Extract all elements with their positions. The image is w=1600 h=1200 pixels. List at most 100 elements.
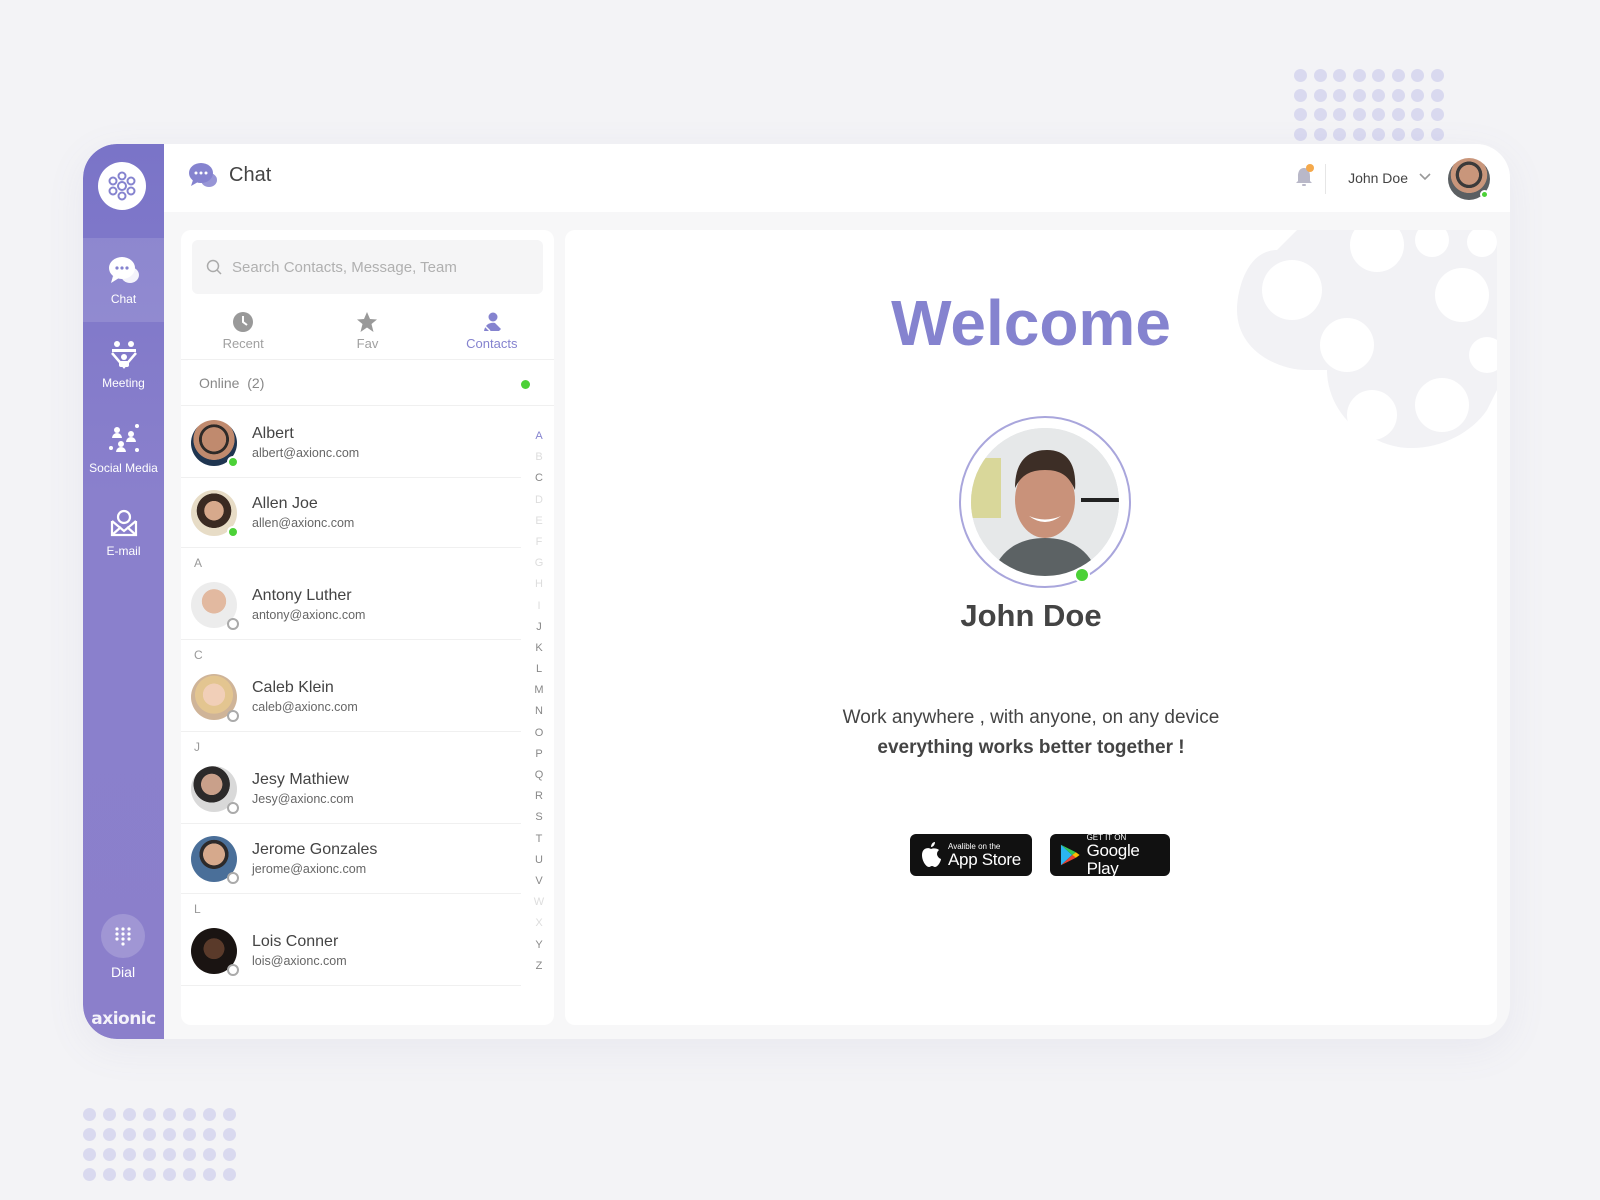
decorative-dot	[1391, 69, 1405, 82]
decorative-dot	[1333, 69, 1346, 82]
alphabet-letter[interactable]: C	[535, 468, 543, 489]
brand-logo: axionic	[91, 1009, 156, 1029]
decorative-dot	[123, 1148, 136, 1161]
contact-email: caleb@axionc.com	[252, 700, 358, 714]
decorative-dot	[123, 1108, 136, 1121]
alphabet-letter[interactable]: U	[535, 850, 543, 871]
app-logo[interactable]	[98, 162, 146, 210]
alphabet-letter[interactable]: Y	[535, 935, 542, 956]
alphabet-letter[interactable]: G	[535, 553, 544, 574]
alphabet-letter[interactable]: H	[535, 574, 543, 595]
decorative-dot	[223, 1128, 236, 1141]
alphabet-letter[interactable]: E	[535, 511, 542, 532]
alphabet-letter[interactable]: B	[535, 447, 542, 468]
decorative-dot	[1430, 127, 1444, 141]
decorative-dot	[1372, 88, 1385, 102]
sidebar-item-chat[interactable]: Chat	[83, 238, 164, 322]
chevron-down-icon[interactable]	[1418, 172, 1432, 182]
contact-avatar	[191, 765, 239, 814]
online-header[interactable]: Online (2)	[181, 360, 554, 406]
contact-item[interactable]: Jerome Gonzales jerome@axionc.com	[181, 824, 521, 894]
contact-email: Jesy@axionc.com	[252, 792, 354, 806]
sidebar-item-label: E-mail	[106, 543, 141, 558]
decorative-dot	[1391, 108, 1405, 121]
decorative-dot	[183, 1108, 196, 1121]
alphabet-letter[interactable]: M	[534, 680, 543, 701]
decorative-dot	[1430, 69, 1444, 82]
tab-contacts[interactable]: Contacts	[430, 302, 554, 359]
tab-fav[interactable]: Fav	[305, 302, 429, 359]
decorative-dot	[83, 1148, 96, 1161]
decorative-dot	[143, 1108, 156, 1121]
google-play-icon	[1060, 844, 1080, 866]
contact-avatar	[191, 835, 239, 884]
alphabet-letter[interactable]: P	[535, 744, 542, 765]
alphabet-letter[interactable]: R	[535, 786, 543, 807]
decorative-dot	[1313, 127, 1327, 141]
section-letter: J	[194, 740, 200, 754]
profile-name: John Doe	[960, 598, 1102, 633]
search-icon	[206, 259, 222, 275]
sidebar: Chat Meeting Social Media E-mail Dial ax…	[83, 144, 164, 1039]
decorative-dot	[1411, 127, 1424, 141]
contact-name: Jesy Mathiew	[252, 771, 349, 788]
alphabet-letter[interactable]: N	[535, 701, 543, 722]
profile-avatar[interactable]	[971, 428, 1119, 576]
contact-item[interactable]: Antony Luther antony@axionc.com	[181, 570, 521, 640]
decorative-dot	[1372, 108, 1385, 121]
contact-item[interactable]: Jesy Mathiew Jesy@axionc.com	[181, 754, 521, 824]
user-name[interactable]: John Doe	[1348, 170, 1408, 186]
contact-list: Albert albert@axionc.com Allen Joe allen@ax…	[181, 408, 521, 986]
header: Chat John Doe	[164, 144, 1510, 212]
contact-item[interactable]: Caleb Klein caleb@axionc.com	[181, 662, 521, 732]
alphabet-letter[interactable]: X	[535, 913, 542, 934]
contact-item[interactable]: Lois Conner lois@axionc.com	[181, 916, 521, 986]
decorative-dot	[1430, 108, 1444, 121]
alphabet-letter[interactable]: I	[537, 596, 540, 617]
dialpad-icon	[115, 927, 131, 946]
online-indicator	[521, 380, 530, 389]
sidebar-item-label: Social Media	[89, 460, 158, 475]
contact-tabs: Recent Fav Contacts	[181, 302, 554, 360]
alphabet-letter[interactable]: W	[534, 892, 544, 913]
sidebar-item-social-media[interactable]: Social Media	[83, 406, 164, 490]
decorative-dot	[1352, 127, 1366, 141]
sidebar-item-email[interactable]: E-mail	[83, 490, 164, 574]
app-window: Chat Meeting Social Media E-mail Dial ax…	[83, 144, 1510, 1039]
decorative-dot	[203, 1148, 216, 1161]
alphabet-letter[interactable]: T	[536, 829, 543, 850]
contact-item[interactable]: Allen Joe allen@axionc.com	[181, 478, 521, 548]
contact-email: albert@axionc.com	[252, 446, 360, 460]
header-divider	[1325, 164, 1326, 194]
section-letter: C	[194, 648, 203, 662]
contact-name: Albert	[252, 425, 294, 442]
alphabet-letter[interactable]: V	[535, 871, 542, 892]
decorative-dot	[163, 1108, 176, 1121]
decorative-dots-top	[1294, 69, 1444, 141]
sidebar-item-meeting[interactable]: Meeting	[83, 322, 164, 406]
alphabet-letter[interactable]: L	[536, 659, 542, 680]
alphabet-letter[interactable]: J	[536, 617, 542, 638]
decorative-dot	[1294, 69, 1307, 82]
logo-icon	[108, 171, 136, 201]
contact-item[interactable]: Albert albert@axionc.com	[181, 408, 521, 478]
alphabet-letter[interactable]: D	[535, 490, 543, 511]
contacts-icon	[483, 312, 501, 332]
alphabet-letter[interactable]: O	[535, 723, 544, 744]
dial-button[interactable]: Dial	[99, 914, 147, 984]
welcome-panel: Welcome John Doe Work anywhere , with an…	[565, 230, 1497, 1025]
search-input[interactable]	[232, 258, 532, 276]
alphabet-letter[interactable]: A	[535, 426, 542, 447]
alphabet-letter[interactable]: K	[535, 638, 542, 659]
welcome-title: Welcome	[891, 287, 1171, 359]
alphabet-letter[interactable]: S	[535, 807, 542, 828]
tab-recent[interactable]: Recent	[181, 302, 305, 359]
decorative-dot	[103, 1168, 116, 1181]
alphabet-letter[interactable]: Q	[535, 765, 544, 786]
decorative-dot	[1391, 127, 1405, 141]
alphabet-letter[interactable]: Z	[536, 956, 543, 977]
alphabet-letter[interactable]: F	[536, 532, 543, 553]
decorative-dot	[123, 1128, 136, 1141]
google-play-button[interactable]: GET IT ON Google Play	[1050, 833, 1170, 877]
app-store-button[interactable]: Avalible on the App Store	[910, 834, 1032, 876]
